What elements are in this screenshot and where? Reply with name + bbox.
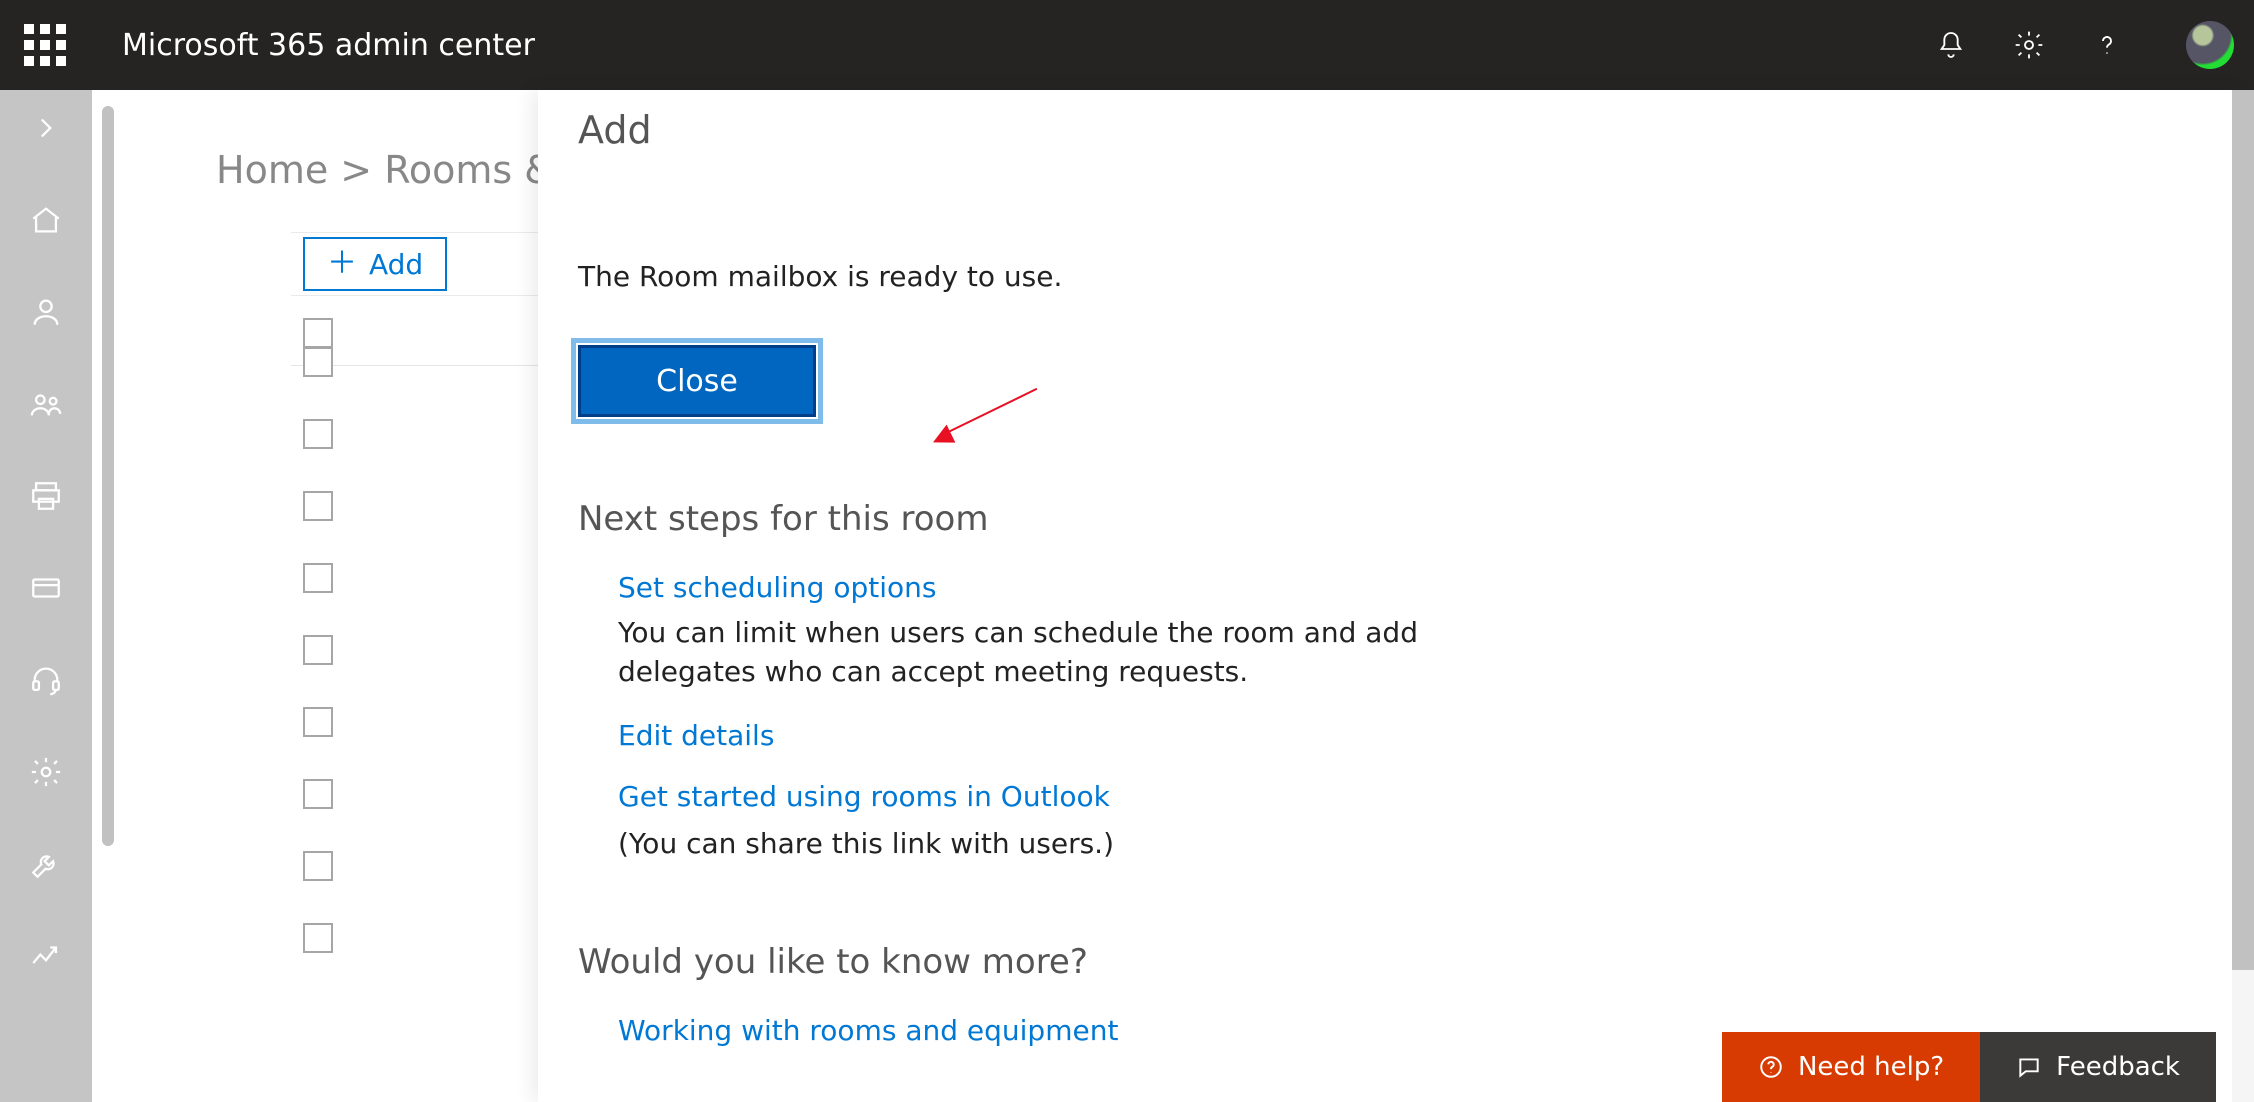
- group-icon: [29, 387, 63, 421]
- question-circle-icon: [1758, 1054, 1784, 1080]
- settings-button[interactable]: [2010, 26, 2048, 64]
- global-header: Microsoft 365 admin center: [0, 0, 2254, 90]
- question-icon: [2091, 29, 2123, 61]
- user-icon: [29, 295, 63, 329]
- know-more-heading: Would you like to know more?: [578, 942, 2184, 982]
- table-row[interactable]: [291, 542, 333, 614]
- printer-icon: [29, 479, 63, 513]
- row-checkbox[interactable]: [303, 419, 333, 449]
- table-row[interactable]: [291, 614, 333, 686]
- need-help-label: Need help?: [1798, 1052, 1944, 1082]
- breadcrumb: Home > Rooms &: [216, 148, 554, 192]
- bell-icon: [1935, 29, 1967, 61]
- wrench-icon: [29, 847, 63, 881]
- nav-billing[interactable]: [26, 476, 66, 516]
- breadcrumb-home[interactable]: Home: [216, 148, 328, 192]
- account-avatar[interactable]: [2186, 21, 2234, 69]
- edit-details-link[interactable]: Edit details: [618, 719, 774, 752]
- nav-setup[interactable]: [26, 844, 66, 884]
- table-row[interactable]: [291, 470, 333, 542]
- table-row[interactable]: [291, 758, 333, 830]
- add-panel: Add The Room mailbox is ready to use. Cl…: [538, 90, 2244, 1102]
- panel-title: Add: [578, 108, 652, 152]
- nav-reports[interactable]: [26, 936, 66, 976]
- nav-groups[interactable]: [26, 384, 66, 424]
- app-launcher-button[interactable]: [0, 0, 90, 90]
- panel-body: The Room mailbox is ready to use. Close …: [578, 260, 2184, 1047]
- panel-scrollbar-track: [2232, 90, 2254, 1102]
- next-steps-heading: Next steps for this room: [578, 499, 2184, 539]
- feedback-label: Feedback: [2056, 1052, 2180, 1082]
- status-text: The Room mailbox is ready to use.: [578, 260, 2184, 293]
- outlook-note: (You can share this link with users.): [618, 827, 2184, 860]
- nav-support[interactable]: [26, 660, 66, 700]
- nav-expand[interactable]: [26, 108, 66, 148]
- nav-home[interactable]: [26, 200, 66, 240]
- table-row[interactable]: [291, 902, 333, 974]
- table-row[interactable]: [291, 326, 333, 398]
- admin-center-root: Microsoft 365 admin center: [0, 0, 2254, 1102]
- row-checkbox[interactable]: [303, 491, 333, 521]
- waffle-icon: [24, 24, 66, 66]
- row-checkbox[interactable]: [303, 563, 333, 593]
- chart-icon: [29, 939, 63, 973]
- headset-icon: [29, 663, 63, 697]
- set-scheduling-link[interactable]: Set scheduling options: [618, 571, 936, 604]
- table-row[interactable]: [291, 830, 333, 902]
- content-scrollbar-track: [102, 106, 114, 846]
- bottom-bar: Need help? Feedback: [1722, 1032, 2216, 1102]
- row-checkbox[interactable]: [303, 779, 333, 809]
- need-help-button[interactable]: Need help?: [1722, 1032, 1980, 1102]
- header-actions: [1932, 0, 2234, 90]
- home-icon: [29, 203, 63, 237]
- add-button-label: Add: [369, 248, 423, 281]
- gear-icon: [29, 755, 63, 789]
- scheduling-description: You can limit when users can schedule th…: [618, 614, 1518, 691]
- outlook-link[interactable]: Get started using rooms in Outlook: [618, 780, 1110, 813]
- nav-users[interactable]: [26, 292, 66, 332]
- row-checkbox[interactable]: [303, 707, 333, 737]
- chat-icon: [2016, 1054, 2042, 1080]
- table-row[interactable]: [291, 686, 333, 758]
- feedback-button[interactable]: Feedback: [1980, 1032, 2216, 1102]
- card-icon: [29, 571, 63, 605]
- help-button[interactable]: [2088, 26, 2126, 64]
- nav-settings[interactable]: [26, 752, 66, 792]
- add-button[interactable]: ＋ Add: [303, 237, 447, 291]
- gear-icon: [2013, 29, 2045, 61]
- content-scrollbar-thumb[interactable]: [102, 106, 114, 846]
- row-checkbox[interactable]: [303, 923, 333, 953]
- plus-icon: ＋: [327, 249, 357, 279]
- app-title: Microsoft 365 admin center: [122, 28, 535, 63]
- nav-card[interactable]: [26, 568, 66, 608]
- breadcrumb-sep: >: [328, 148, 384, 192]
- row-checkbox[interactable]: [303, 851, 333, 881]
- notifications-button[interactable]: [1932, 26, 1970, 64]
- chevron-right-icon: [29, 111, 63, 145]
- rooms-list: [291, 326, 333, 1102]
- working-rooms-link[interactable]: Working with rooms and equipment: [618, 1014, 1118, 1047]
- left-nav-rail: [0, 90, 92, 1102]
- breadcrumb-page: Rooms &: [384, 148, 554, 192]
- row-checkbox[interactable]: [303, 347, 333, 377]
- row-checkbox[interactable]: [303, 635, 333, 665]
- panel-scrollbar-thumb[interactable]: [2232, 90, 2254, 970]
- table-row[interactable]: [291, 398, 333, 470]
- close-button[interactable]: Close: [578, 345, 816, 417]
